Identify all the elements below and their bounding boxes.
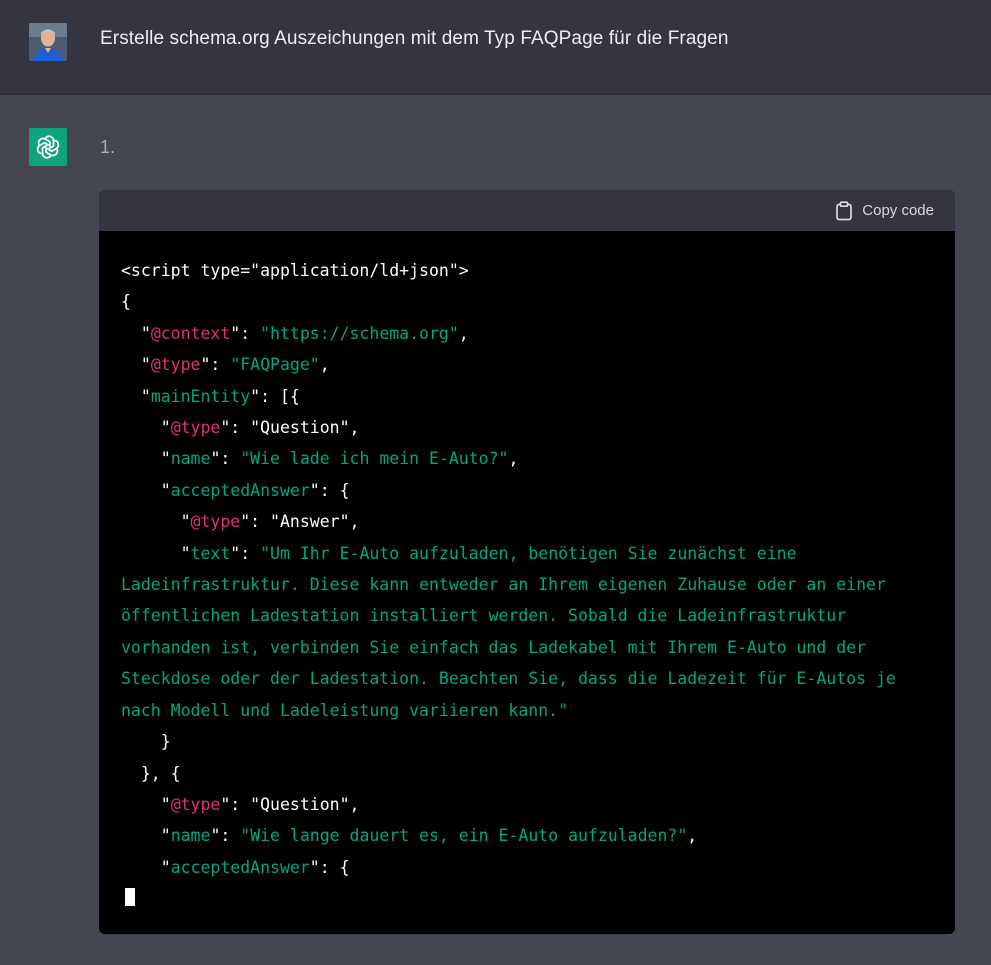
- code-line: "@type": "Question",: [121, 794, 360, 814]
- code-line: "name": "Wie lade ich mein E-Auto?",: [121, 449, 519, 469]
- list-marker: 1.: [100, 137, 116, 157]
- code-content: <script type="application/ld+json"> { "@…: [99, 231, 955, 915]
- code-line: nach Modell und Ladeleistung variieren k…: [121, 700, 569, 720]
- code-block-header: Copy code: [99, 190, 955, 231]
- copy-code-button[interactable]: Copy code: [835, 200, 934, 221]
- copy-code-label: Copy code: [862, 202, 934, 219]
- code-line: öffentlichen Ladestation installiert wer…: [121, 606, 847, 626]
- code-line: "@type": "Question",: [121, 418, 360, 438]
- assistant-message-row: 1. Copy code <script type="application/l…: [0, 95, 991, 965]
- code-line: "@context": "https://schema.org",: [121, 323, 469, 343]
- code-line: "@type": "FAQPage",: [121, 355, 330, 375]
- user-message-row: Erstelle schema.org Auszeichungen mit de…: [0, 0, 991, 95]
- code-line: {: [121, 292, 131, 312]
- code-line: "@type": "Answer",: [121, 512, 360, 532]
- clipboard-icon: [836, 200, 853, 220]
- code-line: }: [121, 732, 171, 752]
- code-line: <script type="application/ld+json">: [121, 261, 469, 280]
- code-line: "acceptedAnswer": {: [121, 480, 350, 500]
- code-line: Steckdose oder der Ladestation. Beachten…: [121, 669, 896, 689]
- code-text: <script type="application/ld+json"> { "@…: [121, 261, 896, 908]
- user-avatar: [29, 23, 67, 61]
- code-line: "mainEntity": [{: [121, 386, 300, 406]
- code-line: "acceptedAnswer": {: [121, 857, 350, 877]
- code-line: "name": "Wie lange dauert es, ein E-Auto…: [121, 826, 698, 846]
- user-photo-icon: [29, 23, 67, 61]
- code-block: Copy code <script type="application/ld+j…: [99, 190, 955, 934]
- code-line: Ladeinfrastruktur. Diese kann entweder a…: [121, 575, 886, 595]
- code-line: }, {: [121, 763, 181, 783]
- code-line: "text": "Um Ihr E-Auto aufzuladen, benöt…: [121, 543, 797, 563]
- code-line: vorhanden ist, verbinden Sie einfach das…: [121, 637, 867, 657]
- user-message-text: Erstelle schema.org Auszeichungen mit de…: [100, 28, 729, 49]
- openai-logo-icon: [29, 128, 67, 166]
- typing-cursor: [125, 888, 135, 907]
